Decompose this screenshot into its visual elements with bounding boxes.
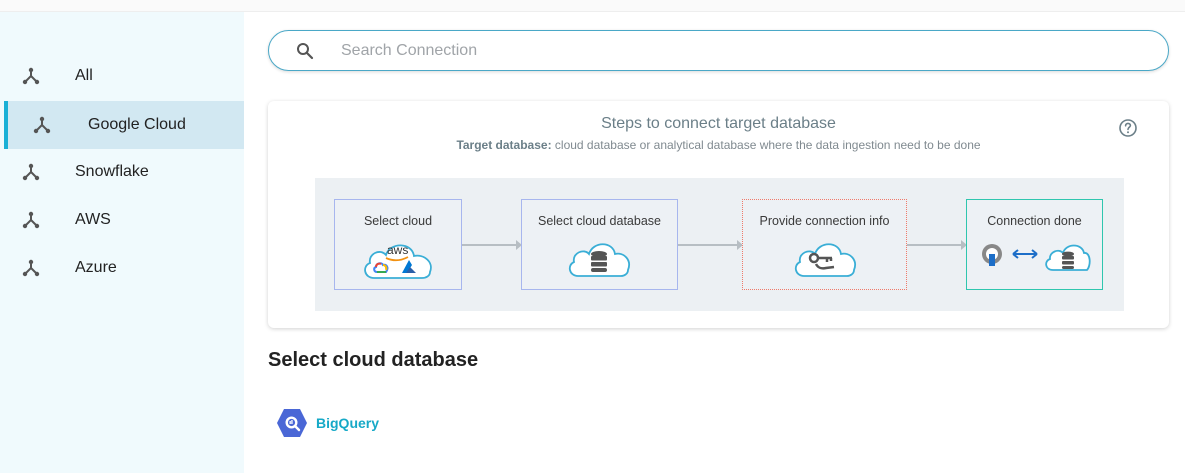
search-icon <box>297 43 314 60</box>
top-bar <box>0 0 1185 12</box>
step-arrow <box>462 240 522 250</box>
sidebar-item-azure[interactable]: Azure <box>4 244 244 292</box>
cloud-key-icon <box>794 243 856 277</box>
hub-icon <box>22 67 40 85</box>
steps-card: Steps to connect target database Target … <box>268 101 1169 328</box>
connection-done-icon <box>982 244 1091 271</box>
step-select-cloud: Select cloud aws <box>334 199 462 290</box>
search-bar <box>268 30 1169 71</box>
step-provide-connection-info: Provide connection info <box>742 199 907 290</box>
sidebar-item-all[interactable]: All <box>4 52 244 100</box>
aws-text: aws <box>387 243 408 257</box>
step-label: Connection done <box>987 214 1082 228</box>
section-title: Select cloud database <box>268 349 479 371</box>
step-label: Select cloud <box>363 214 433 228</box>
step-label: Select cloud database <box>537 214 661 228</box>
sidebar: All Google Cloud Snowflake AWS Azure <box>0 12 244 473</box>
hub-icon <box>22 259 40 277</box>
cloud-database-icon <box>568 243 630 277</box>
subtitle-bold: Target database: <box>456 138 552 152</box>
step-arrow <box>678 240 743 250</box>
database-label: BigQuery <box>316 415 380 431</box>
sidebar-item-google-cloud[interactable]: Google Cloud <box>4 101 244 149</box>
step-select-cloud-database: Select cloud database <box>521 199 678 290</box>
steps-subtitle: Target database: cloud database or analy… <box>268 138 1169 152</box>
sidebar-item-label: Snowflake <box>75 163 149 180</box>
hub-icon <box>22 163 40 181</box>
database-item-bigquery[interactable]: BigQuery <box>276 405 416 441</box>
cloud-providers-icon: aws <box>364 243 432 279</box>
steps-diagram: Select cloud aws Select cloud database P… <box>315 178 1124 311</box>
step-label: Provide connection info <box>759 214 890 228</box>
sidebar-item-label: All <box>75 67 93 84</box>
steps-title: Steps to connect target database <box>601 115 836 132</box>
sidebar-item-aws[interactable]: AWS <box>4 196 244 244</box>
subtitle-text: cloud database or analytical database wh… <box>551 138 981 152</box>
sidebar-item-label: AWS <box>75 211 111 228</box>
step-arrow <box>907 240 967 250</box>
bigquery-icon <box>277 409 307 437</box>
sidebar-item-label: Azure <box>75 259 117 276</box>
help-icon[interactable] <box>1118 118 1138 138</box>
search-input[interactable] <box>341 39 1141 63</box>
sidebar-item-snowflake[interactable]: Snowflake <box>4 148 244 196</box>
sidebar-item-label: Google Cloud <box>88 116 186 133</box>
hub-icon <box>33 116 51 134</box>
hub-icon <box>22 211 40 229</box>
step-connection-done: Connection done <box>966 199 1103 290</box>
